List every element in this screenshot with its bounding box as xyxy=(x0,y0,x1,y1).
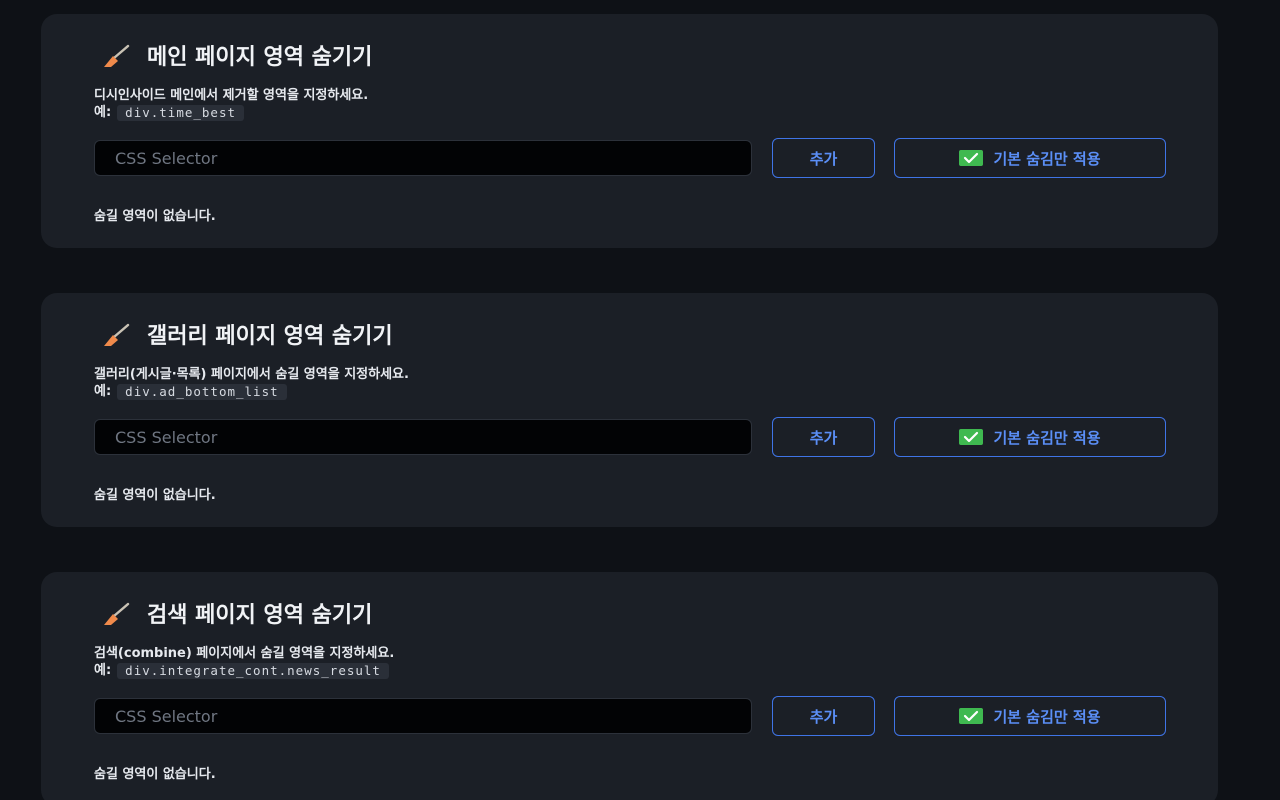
section-description: 검색(combine) 페이지에서 숨길 영역을 지정하세요. xyxy=(94,646,395,661)
broom-icon xyxy=(104,44,130,67)
search-page-hide-section: 검색 페이지 영역 숨기기 검색(combine) 페이지에서 숨길 영역을 지… xyxy=(41,572,1218,800)
section-title-text: 메인 페이지 영역 숨기기 xyxy=(147,45,373,70)
gallery-page-hide-section: 갤러리 페이지 영역 숨기기 갤러리(게시글·목록) 페이지에서 숨길 영역을 … xyxy=(41,293,1218,527)
example-code: div.ad_bottom_list xyxy=(117,383,287,400)
apply-default-only-button[interactable]: 기본 숨김만 적용 xyxy=(894,696,1166,736)
section-title: 메인 페이지 영역 숨기기 xyxy=(101,39,372,71)
check-mark-icon xyxy=(959,150,984,166)
example-label: 예: xyxy=(94,663,112,678)
section-title-text: 갤러리 페이지 영역 숨기기 xyxy=(147,324,393,349)
example-code: div.time_best xyxy=(117,104,245,121)
add-button-label: 추가 xyxy=(809,428,838,447)
section-description: 갤러리(게시글·목록) 페이지에서 숨길 영역을 지정하세요. xyxy=(94,367,409,382)
empty-list-message: 숨길 영역이 없습니다. xyxy=(94,767,216,782)
section-title-text: 검색 페이지 영역 숨기기 xyxy=(147,603,373,628)
css-selector-input[interactable] xyxy=(94,698,752,734)
add-button[interactable]: 추가 xyxy=(772,696,875,736)
broom-icon xyxy=(104,602,130,625)
css-selector-input[interactable] xyxy=(94,419,752,455)
example-line: 예: div.ad_bottom_list xyxy=(94,383,287,400)
apply-default-only-label: 기본 숨김만 적용 xyxy=(993,428,1101,447)
check-mark-icon xyxy=(959,708,984,724)
add-button[interactable]: 추가 xyxy=(772,417,875,457)
section-description: 디시인사이드 메인에서 제거할 영역을 지정하세요. xyxy=(94,88,369,103)
settings-page: 메인 페이지 영역 숨기기 디시인사이드 메인에서 제거할 영역을 지정하세요.… xyxy=(0,0,1280,800)
example-line: 예: div.integrate_cont.news_result xyxy=(94,662,389,679)
section-title: 갤러리 페이지 영역 숨기기 xyxy=(101,318,393,350)
section-title: 검색 페이지 영역 숨기기 xyxy=(101,597,372,629)
example-label: 예: xyxy=(94,384,112,399)
empty-list-message: 숨길 영역이 없습니다. xyxy=(94,488,216,503)
apply-default-only-button[interactable]: 기본 숨김만 적용 xyxy=(894,138,1166,178)
example-line: 예: div.time_best xyxy=(94,104,245,121)
check-mark-icon xyxy=(959,429,984,445)
main-page-hide-section: 메인 페이지 영역 숨기기 디시인사이드 메인에서 제거할 영역을 지정하세요.… xyxy=(41,14,1218,248)
example-label: 예: xyxy=(94,105,112,120)
apply-default-only-label: 기본 숨김만 적용 xyxy=(993,707,1101,726)
apply-default-only-button[interactable]: 기본 숨김만 적용 xyxy=(894,417,1166,457)
css-selector-input[interactable] xyxy=(94,140,752,176)
empty-list-message: 숨길 영역이 없습니다. xyxy=(94,209,216,224)
add-button-label: 추가 xyxy=(809,149,838,168)
example-code: div.integrate_cont.news_result xyxy=(117,662,389,679)
apply-default-only-label: 기본 숨김만 적용 xyxy=(993,149,1101,168)
add-button[interactable]: 추가 xyxy=(772,138,875,178)
add-button-label: 추가 xyxy=(809,707,838,726)
broom-icon xyxy=(104,323,130,346)
